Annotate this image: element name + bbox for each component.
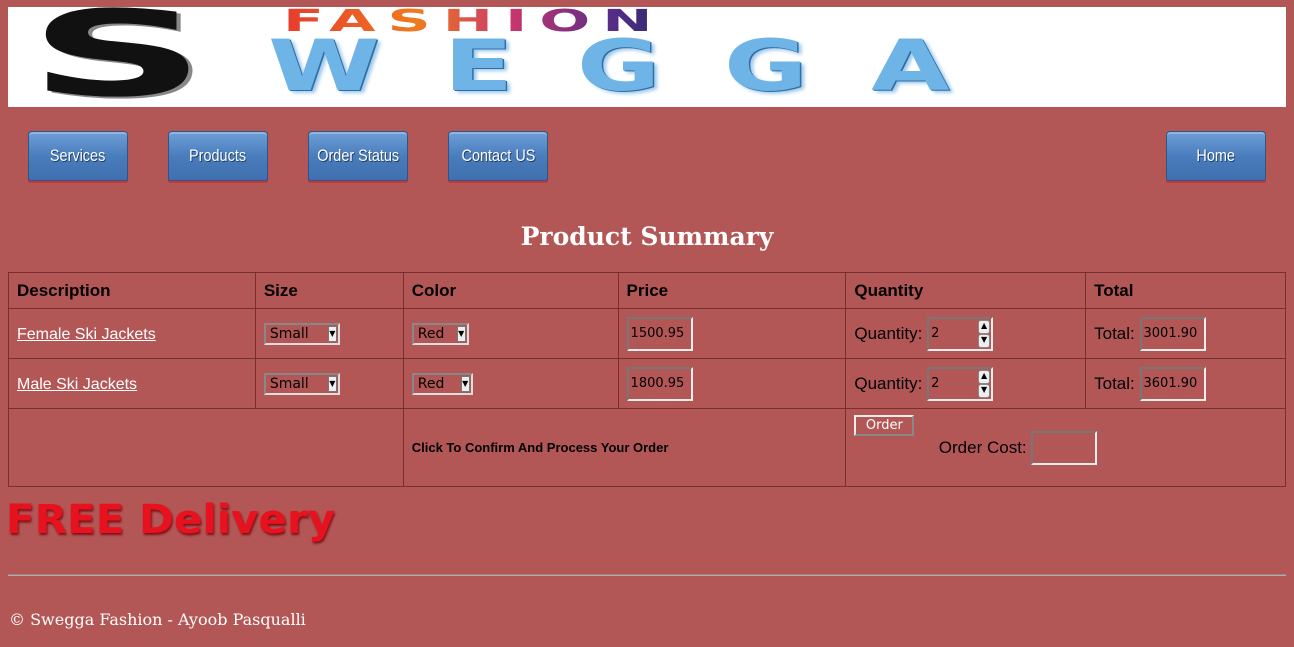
page-title: Product Summary	[520, 222, 774, 251]
confirm-order-text: Click To Confirm And Process Your Order	[411, 439, 669, 455]
nav-order-status-button[interactable]: Order Status	[308, 131, 408, 181]
price-field[interactable]: 1800.95	[626, 366, 693, 401]
quantity-cell: Quantity: 2 ▲ ▼	[845, 308, 1087, 359]
header-description: Description	[8, 272, 256, 309]
color-select[interactable]: Red ▼	[411, 322, 469, 345]
stepper-up-icon[interactable]: ▲	[978, 319, 991, 334]
quantity-label: Quantity:	[854, 373, 923, 393]
nav-products-button[interactable]: Products	[168, 131, 268, 181]
confirm-row: Click To Confirm And Process Your Order …	[8, 408, 1286, 487]
nav-services-button[interactable]: Services	[28, 131, 128, 181]
color-select-value: Red	[417, 375, 445, 392]
price-cell: 1800.95	[617, 358, 847, 409]
table-row: Female Ski Jackets Small ▼ Red ▼ 1500.95 Q…	[8, 308, 1286, 359]
product-link[interactable]: Male Ski Jackets	[17, 376, 137, 393]
banner-brand-text: WEGGA	[268, 25, 1014, 107]
banner-logo-letter: S	[28, 7, 207, 107]
size-select-value: Small	[269, 375, 309, 392]
quantity-value: 2	[931, 326, 940, 341]
quantity-stepper[interactable]: 2 ▲ ▼	[927, 316, 994, 351]
product-link[interactable]: Female Ski Jackets	[17, 326, 156, 343]
price-cell: 1500.95	[617, 308, 847, 359]
table-header-row: Description Size Color Price Quantity To…	[8, 272, 1286, 309]
order-button[interactable]: Order	[854, 414, 915, 436]
chevron-down-icon: ▼	[456, 325, 466, 342]
nav-services-label: Services	[50, 146, 106, 165]
order-cost-field[interactable]	[1031, 430, 1098, 465]
price-field[interactable]: 1500.95	[626, 316, 693, 351]
chevron-down-icon: ▼	[327, 325, 337, 342]
product-summary-table: Description Size Color Price Quantity To…	[8, 272, 1286, 487]
table-row: Male Ski Jackets Small ▼ Red ▼ 1800.95 Qua…	[8, 358, 1286, 409]
order-cost-label: Order Cost:	[938, 437, 1027, 457]
stepper-down-icon[interactable]: ▼	[978, 383, 991, 398]
color-cell: Red ▼	[402, 308, 619, 359]
quantity-stepper[interactable]: 2 ▲ ▼	[927, 366, 994, 401]
size-cell: Small ▼	[254, 308, 404, 359]
total-cell: Total: 3601.90	[1085, 358, 1286, 409]
chevron-down-icon: ▼	[327, 375, 337, 392]
color-select-value: Red	[417, 325, 445, 342]
header-color: Color	[402, 272, 619, 309]
color-cell: Red ▼	[402, 358, 619, 409]
footer-copyright: © Swegga Fashion - Ayoob Pasqualli	[9, 610, 306, 629]
free-delivery-banner: FREE Delivery	[6, 497, 336, 543]
footer-divider	[8, 574, 1286, 576]
quantity-label: Quantity:	[854, 323, 923, 343]
header-quantity: Quantity	[845, 272, 1087, 309]
empty-cell	[8, 408, 404, 487]
nav-order-status-label: Order Status	[317, 146, 399, 165]
total-label: Total:	[1094, 373, 1135, 393]
size-select[interactable]: Small ▼	[263, 372, 340, 395]
stepper-up-icon[interactable]: ▲	[978, 369, 991, 384]
total-cell: Total: 3001.90	[1085, 308, 1286, 359]
color-select[interactable]: Red ▼	[411, 372, 473, 395]
total-field[interactable]: 3601.90	[1139, 366, 1206, 401]
size-select[interactable]: Small ▼	[263, 322, 340, 345]
nav-contact-button[interactable]: Contact US	[448, 131, 548, 181]
site-banner: S FASHION WEGGA	[8, 7, 1286, 107]
chevron-down-icon: ▼	[460, 375, 470, 392]
description-cell: Male Ski Jackets	[8, 358, 256, 409]
description-cell: Female Ski Jackets	[8, 308, 256, 359]
total-label: Total:	[1094, 323, 1135, 343]
header-price: Price	[617, 272, 847, 309]
stepper-down-icon[interactable]: ▼	[978, 333, 991, 348]
size-cell: Small ▼	[254, 358, 404, 409]
header-size: Size	[254, 272, 404, 309]
order-cell: Order Order Cost:	[845, 408, 1286, 487]
nav-contact-label: Contact US	[461, 146, 535, 165]
total-field[interactable]: 3001.90	[1139, 316, 1206, 351]
quantity-value: 2	[931, 376, 940, 391]
header-total: Total	[1085, 272, 1286, 309]
quantity-cell: Quantity: 2 ▲ ▼	[845, 358, 1087, 409]
size-select-value: Small	[269, 325, 309, 342]
nav-products-label: Products	[189, 146, 247, 165]
nav-home-button[interactable]: Home	[1166, 131, 1266, 181]
nav-home-label: Home	[1196, 146, 1236, 165]
confirm-cell: Click To Confirm And Process Your Order	[402, 408, 847, 487]
